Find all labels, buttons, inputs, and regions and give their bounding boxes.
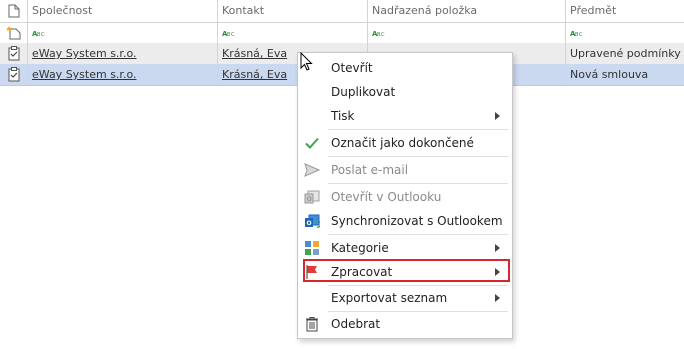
- subject-cell: Nová smlouva: [570, 68, 649, 81]
- subject-cell: Upravené podmínky: [570, 47, 681, 60]
- outlook-open-icon: O: [304, 190, 320, 204]
- filter-contact[interactable]: A B C: [218, 22, 368, 43]
- svg-text:C: C: [381, 32, 385, 37]
- menu-item-label: Poslat e-mail: [331, 163, 409, 177]
- menu-item-label: Otevřít: [331, 61, 373, 75]
- menu-separator: [328, 156, 508, 157]
- menu-separator: [328, 129, 508, 130]
- menu-item-label: Synchronizovat s Outlookem: [331, 214, 503, 228]
- menu-item-open[interactable]: Otevřít: [298, 56, 512, 80]
- svg-text:C: C: [579, 32, 583, 37]
- context-menu: Otevřít Duplikovat Tisk Označit jako dok…: [297, 52, 513, 339]
- contact-link[interactable]: Krásná, Eva: [222, 68, 287, 81]
- menu-separator: [328, 234, 508, 235]
- document-icon: [8, 4, 19, 18]
- menu-item-send-email[interactable]: Poslat e-mail: [298, 158, 512, 182]
- checkmark-icon: [305, 137, 319, 149]
- trash-icon: [306, 317, 318, 332]
- menu-item-remove[interactable]: Odebrat: [298, 312, 512, 336]
- menu-item-label: Označit jako dokončené: [331, 136, 474, 150]
- svg-text:O: O: [307, 196, 312, 203]
- send-icon: [304, 163, 320, 177]
- categories-icon: [305, 241, 319, 255]
- mouse-cursor-icon: [300, 52, 313, 71]
- svg-text:C: C: [231, 32, 235, 37]
- menu-item-categories[interactable]: Kategorie: [298, 236, 512, 260]
- menu-item-label: Tisk: [331, 109, 355, 123]
- text-filter-icon: A B C: [570, 30, 583, 37]
- menu-item-label: Exportovat seznam: [331, 291, 448, 305]
- menu-item-export-list[interactable]: Exportovat seznam: [298, 286, 512, 310]
- menu-item-sync-outlook[interactable]: O Synchronizovat s Outlookem: [298, 209, 512, 233]
- company-link[interactable]: eWay System s.r.o.: [32, 68, 136, 81]
- document-column-header[interactable]: [0, 0, 28, 22]
- submenu-arrow-icon: [495, 112, 500, 120]
- menu-separator: [328, 183, 508, 184]
- task-clipboard-icon: [8, 67, 19, 82]
- new-item-icon: [5, 25, 20, 39]
- contact-link[interactable]: Krásná, Eva: [222, 47, 287, 60]
- filter-subject[interactable]: A B C: [566, 22, 684, 43]
- task-clipboard-icon: [8, 46, 19, 61]
- task-icon-cell: [0, 43, 28, 64]
- menu-item-duplicate[interactable]: Duplikovat: [298, 80, 512, 104]
- menu-item-label: Otevřít v Outlooku: [331, 190, 442, 204]
- task-icon-cell: [0, 64, 28, 85]
- column-header-subject[interactable]: Předmět: [566, 0, 684, 22]
- menu-item-label: Odebrat: [331, 317, 381, 331]
- column-header-parent[interactable]: Nadřazená položka: [368, 0, 566, 22]
- column-header-company[interactable]: Společnost: [28, 0, 218, 22]
- submenu-arrow-icon: [495, 294, 500, 302]
- svg-text:O: O: [307, 220, 312, 227]
- submenu-arrow-icon: [495, 244, 500, 252]
- filter-company[interactable]: A B C: [28, 22, 218, 43]
- menu-item-mark-complete[interactable]: Označit jako dokončené: [298, 131, 512, 155]
- grid-header: Společnost Kontakt Nadřazená položka Pře…: [0, 0, 684, 23]
- filter-parent[interactable]: A B C: [368, 22, 566, 43]
- text-filter-icon: A B C: [222, 30, 235, 37]
- menu-item-label: Duplikovat: [331, 85, 396, 99]
- new-row-cell[interactable]: [0, 22, 28, 43]
- menu-item-print[interactable]: Tisk: [298, 104, 512, 128]
- company-link[interactable]: eWay System s.r.o.: [32, 47, 136, 60]
- text-filter-icon: A B C: [32, 30, 45, 37]
- menu-item-label: Kategorie: [331, 241, 389, 255]
- column-header-contact[interactable]: Kontakt: [218, 0, 368, 22]
- filter-row: A B C A B C A B C A B C: [0, 22, 684, 44]
- highlight-box: [303, 259, 510, 282]
- menu-item-open-in-outlook[interactable]: O Otevřít v Outlooku: [298, 185, 512, 209]
- svg-text:C: C: [41, 32, 45, 37]
- outlook-sync-icon: O: [305, 214, 320, 228]
- text-filter-icon: A B C: [372, 30, 385, 37]
